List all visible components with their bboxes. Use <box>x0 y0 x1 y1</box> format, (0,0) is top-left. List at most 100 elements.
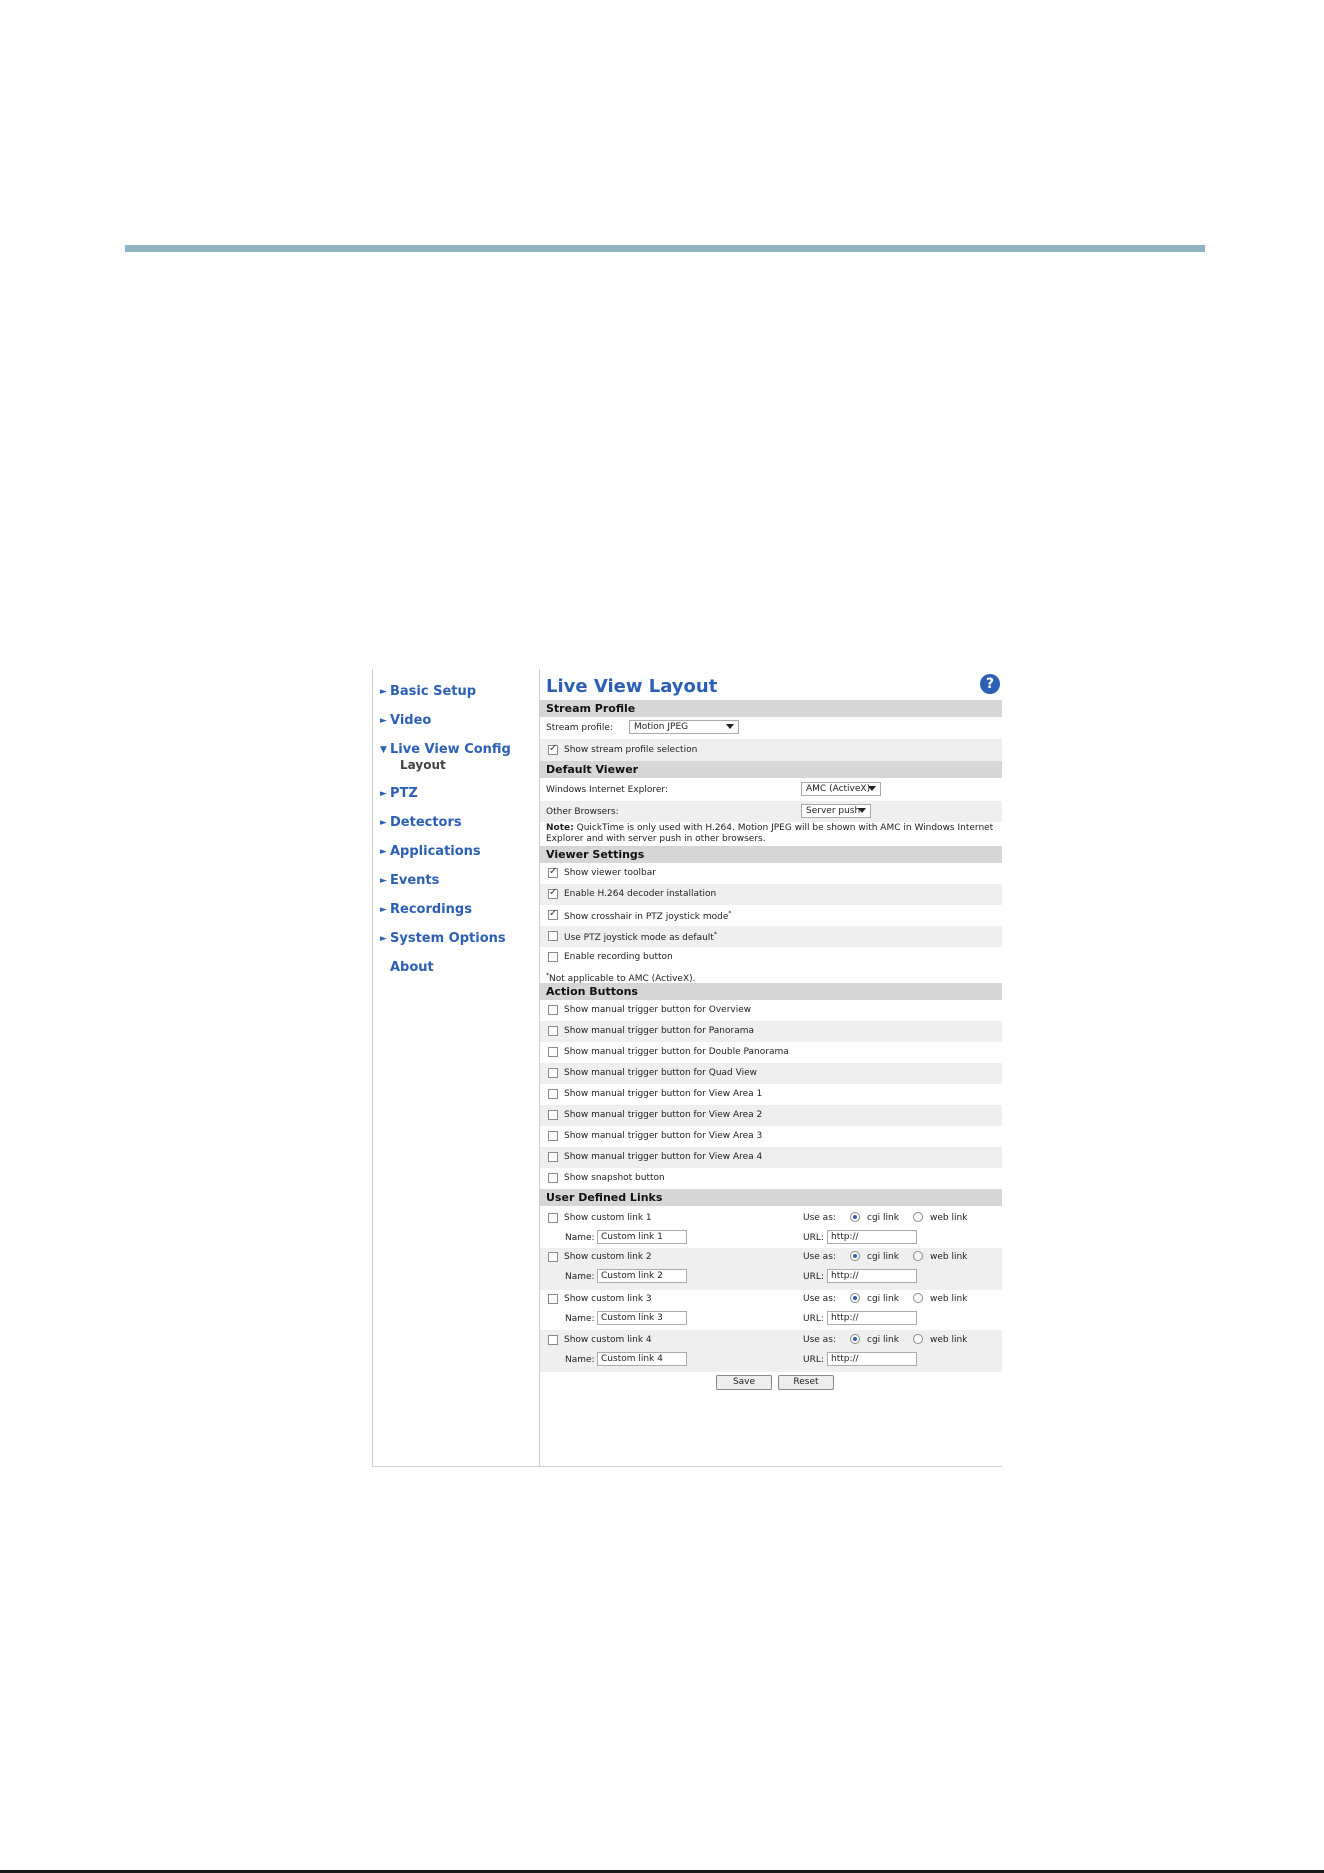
custom-link-2-name-input[interactable]: Custom link 2 <box>597 1269 687 1283</box>
trigger-view-area-3-checkbox[interactable] <box>548 1131 558 1141</box>
dropdown-arrow-icon <box>868 786 876 791</box>
cgi-link-radio[interactable] <box>850 1334 860 1344</box>
checkbox-row: Enable H.264 decoder installation <box>540 884 1002 905</box>
help-icon[interactable]: ? <box>980 674 1000 694</box>
ptz-joystick-default-checkbox[interactable] <box>548 931 558 941</box>
trigger-view-area-2-checkbox[interactable] <box>548 1110 558 1120</box>
sidebar-item-video[interactable]: ► Video <box>380 713 431 728</box>
checkbox-label: Show manual trigger button for View Area… <box>564 1110 763 1120</box>
web-link-radio[interactable] <box>913 1334 923 1344</box>
sidebar-item-label: System Options <box>390 931 506 946</box>
url-label: URL: <box>803 1314 824 1324</box>
custom-link-3-checkbox[interactable] <box>548 1294 558 1304</box>
checkbox-label: Show custom link 1 <box>564 1213 652 1223</box>
cgi-link-radio[interactable] <box>850 1251 860 1261</box>
stream-profile-row: Stream profile: Motion JPEG <box>540 717 1002 739</box>
ie-viewer-select[interactable]: AMC (ActiveX) <box>801 782 881 796</box>
custom-link-4-url-input[interactable]: http:// <box>827 1352 917 1366</box>
custom-link-1-checkbox[interactable] <box>548 1213 558 1223</box>
checkbox-label: Show manual trigger button for Panorama <box>564 1026 754 1036</box>
sidebar-item-recordings[interactable]: ► Recordings <box>380 902 472 917</box>
checkbox-row: Show manual trigger button for Quad View <box>540 1063 1002 1084</box>
custom-link-1-url-input[interactable]: http:// <box>827 1230 917 1244</box>
sidebar-item-label: About <box>390 960 434 975</box>
custom-link-row-4: Show custom link 4 Use as: cgi link web … <box>540 1330 1002 1372</box>
cgi-link-radio[interactable] <box>850 1212 860 1222</box>
web-link-radio[interactable] <box>913 1293 923 1303</box>
show-stream-profile-selection-checkbox[interactable] <box>548 743 558 755</box>
enable-recording-button-checkbox[interactable] <box>548 952 558 962</box>
other-viewer-select[interactable]: Server push <box>801 804 871 818</box>
custom-link-1-name-input[interactable]: Custom link 1 <box>597 1230 687 1244</box>
stream-profile-select[interactable]: Motion JPEG <box>629 720 739 734</box>
trigger-view-area-4-checkbox[interactable] <box>548 1152 558 1162</box>
ie-viewer-row: Windows Internet Explorer: AMC (ActiveX) <box>540 778 1002 801</box>
trigger-quad-view-checkbox[interactable] <box>548 1068 558 1078</box>
sidebar-item-about[interactable]: About <box>380 960 434 975</box>
cgi-link-label: cgi link <box>867 1294 899 1304</box>
reset-button[interactable]: Reset <box>778 1375 834 1390</box>
custom-link-row-3: Show custom link 3 Use as: cgi link web … <box>540 1290 1002 1330</box>
trigger-double-panorama-checkbox[interactable] <box>548 1047 558 1057</box>
checkbox-label: Show manual trigger button for View Area… <box>564 1152 763 1162</box>
chevron-right-icon: ► <box>380 716 387 726</box>
chevron-right-icon: ► <box>380 818 387 828</box>
custom-link-row-2: Show custom link 2 Use as: cgi link web … <box>540 1248 1002 1290</box>
checkbox-label: Show manual trigger button for Double Pa… <box>564 1047 789 1057</box>
checkbox-label: Enable H.264 decoder installation <box>564 889 717 899</box>
show-viewer-toolbar-checkbox[interactable] <box>548 866 558 878</box>
web-link-label: web link <box>930 1335 968 1345</box>
show-crosshair-checkbox[interactable] <box>548 908 558 920</box>
sidebar-item-live-view-config[interactable]: ▼ Live View Config <box>380 742 511 757</box>
section-header-viewer-settings: Viewer Settings <box>540 846 1002 863</box>
enable-h264-decoder-checkbox[interactable] <box>548 887 558 899</box>
custom-link-4-checkbox[interactable] <box>548 1335 558 1345</box>
trigger-overview-checkbox[interactable] <box>548 1005 558 1015</box>
sidebar-item-detectors[interactable]: ► Detectors <box>380 815 462 830</box>
checkbox-label: Show custom link 4 <box>564 1335 652 1345</box>
web-link-radio[interactable] <box>913 1212 923 1222</box>
trigger-panorama-checkbox[interactable] <box>548 1026 558 1036</box>
snapshot-button-checkbox[interactable] <box>548 1173 558 1183</box>
sidebar-item-events[interactable]: ► Events <box>380 873 439 888</box>
note-text: QuickTime is only used with H.264. Motio… <box>546 823 994 844</box>
chevron-right-icon: ► <box>380 687 387 697</box>
trigger-view-area-1-checkbox[interactable] <box>548 1089 558 1099</box>
sidebar-item-ptz[interactable]: ► PTZ <box>380 786 418 801</box>
sidebar-item-label: Basic Setup <box>390 684 477 699</box>
checkbox-row: Show crosshair in PTZ joystick mode* <box>540 905 1002 926</box>
checkbox-label: Show manual trigger button for Quad View <box>564 1068 757 1078</box>
cgi-link-label: cgi link <box>867 1213 899 1223</box>
custom-link-2-url-input[interactable]: http:// <box>827 1269 917 1283</box>
sidebar-item-applications[interactable]: ► Applications <box>380 844 481 859</box>
checkbox-label: Show custom link 2 <box>564 1252 652 1262</box>
custom-link-3-name-input[interactable]: Custom link 3 <box>597 1311 687 1325</box>
checkbox-row: Show manual trigger button for Overview <box>540 1000 1002 1021</box>
checkbox-row: Show manual trigger button for View Area… <box>540 1084 1002 1105</box>
page-divider <box>125 245 1205 252</box>
custom-link-2-checkbox[interactable] <box>548 1252 558 1262</box>
checkbox-row: Show manual trigger button for Panorama <box>540 1021 1002 1042</box>
cgi-link-radio[interactable] <box>850 1293 860 1303</box>
web-link-label: web link <box>930 1252 968 1262</box>
custom-link-row-1: Show custom link 1 Use as: cgi link web … <box>540 1206 1002 1248</box>
section-header-action-buttons: Action Buttons <box>540 983 1002 1000</box>
sidebar-item-basic-setup[interactable]: ► Basic Setup <box>380 684 476 699</box>
checkbox-label: Show snapshot button <box>564 1173 665 1183</box>
web-link-label: web link <box>930 1213 968 1223</box>
stream-profile-label: Stream profile: <box>546 723 613 733</box>
chevron-down-icon: ▼ <box>380 745 387 755</box>
sidebar-subitem-layout[interactable]: Layout <box>400 758 446 772</box>
settings-window: ► Basic Setup ► Video ▼ Live View Config La… <box>372 669 1002 1467</box>
cgi-link-label: cgi link <box>867 1252 899 1262</box>
sidebar-item-system-options[interactable]: ► System Options <box>380 931 506 946</box>
custom-link-4-name-input[interactable]: Custom link 4 <box>597 1352 687 1366</box>
note-prefix: Note: <box>546 823 574 833</box>
checkbox-label: Show manual trigger button for View Area… <box>564 1089 763 1099</box>
web-link-radio[interactable] <box>913 1251 923 1261</box>
sidebar-item-label: PTZ <box>390 786 418 801</box>
default-viewer-note: Note: QuickTime is only used with H.264.… <box>546 823 1001 845</box>
main-panel: Live View Layout ? Stream Profile Stream… <box>540 669 1002 1466</box>
save-button[interactable]: Save <box>716 1375 772 1390</box>
custom-link-3-url-input[interactable]: http:// <box>827 1311 917 1325</box>
